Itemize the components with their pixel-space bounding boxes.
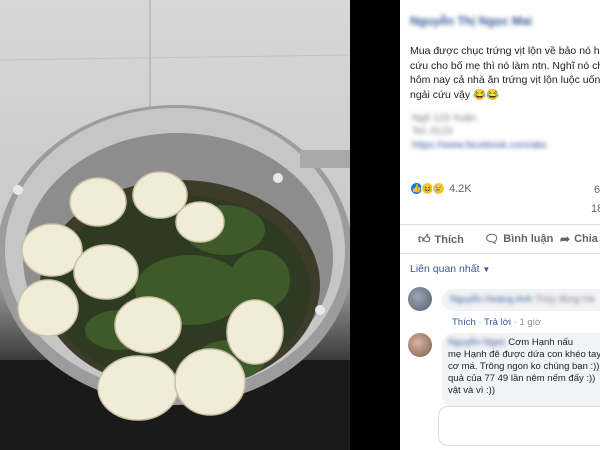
comment-text-line: mẹ Hạnh đê được dứa con khéo tay: [448, 349, 600, 360]
commenter-name[interactable]: Nguyễn Ngọc: [448, 337, 506, 348]
commenter-avatar[interactable]: [408, 333, 432, 357]
thumbs-up-icon: 👍︎: [418, 232, 431, 246]
post-author-name[interactable]: Nguyễn Thị Ngọc Mai: [410, 14, 532, 28]
sad-reaction-icon: 😢: [432, 182, 445, 195]
blurred-address: Ngõ 123 Xuân: [412, 113, 476, 124]
comment-reply-link[interactable]: Trả lời: [484, 317, 511, 328]
post-text: Mua được chục trứng vịt lộn về bảo nó h …: [410, 44, 600, 102]
comment-like-link[interactable]: Thích: [452, 317, 476, 328]
comment-item: Nguyễn Ngọc Cơm Hạnh nấu mẹ Hạnh đê được…: [408, 333, 600, 407]
comment-text-line: cơ má. Trông ngon ko chúng bạn :)): [448, 361, 600, 372]
comment-text-line: quả của 77 49 lần nêm nếm đấy :)): [448, 373, 596, 384]
share-count[interactable]: 18: [591, 203, 600, 215]
chevron-down-icon: ▼: [482, 265, 491, 274]
lightbox-divider: [350, 0, 400, 450]
post-action-bar: 👍︎ Thích 🗨︎ Bình luận ➦ Chia: [400, 224, 600, 254]
blurred-link[interactable]: https://www.facebook.com/abc: [412, 140, 547, 151]
comment-input[interactable]: [438, 406, 600, 446]
comment-text-line: vật và vì :)): [448, 385, 495, 396]
like-button[interactable]: 👍︎ Thích: [418, 232, 464, 247]
post-photo[interactable]: [0, 0, 350, 450]
blurred-phone: Tel: 0123: [412, 126, 453, 137]
post-text-line: ngải cứu vậy 😂😂: [410, 88, 500, 101]
comment-bubble: Nguyễn Ngọc Cơm Hạnh nấu mẹ Hạnh đê được…: [442, 333, 600, 407]
speech-bubble-icon: 🗨︎: [484, 232, 500, 246]
reaction-summary[interactable]: 👍 😆 😢 4.2K: [410, 182, 472, 195]
boiling-pot-image: [0, 0, 350, 450]
commenter-name[interactable]: Nguyễn Hoàng Anh: [450, 294, 532, 305]
post-text-line: cứu cho bố mẹ thì nó làm ntn. Nghĩ nó ch: [410, 59, 600, 72]
comment-button[interactable]: 🗨︎ Bình luận: [484, 232, 553, 246]
comment-actions: Thích · Trả lời · 1 giờ: [452, 317, 542, 328]
comment-text-line: Cơm Hạnh nấu: [508, 337, 574, 348]
comment-time: 1 giờ: [519, 317, 542, 328]
reaction-count: 4.2K: [449, 182, 472, 195]
post-side-panel: Nguyễn Thị Ngọc Mai Mua được chục trứng …: [400, 0, 600, 450]
commenter-avatar[interactable]: [408, 287, 432, 311]
comment-item: Nguyễn Hoàng Anh Thủy đúng Hà Thích · Tr…: [408, 287, 600, 328]
share-arrow-icon: ➦: [560, 232, 571, 246]
comment-sort-dropdown[interactable]: Liên quan nhất ▼: [410, 263, 490, 275]
post-text-line: hôm nay cả nhà ăn trứng vịt lộn luộc uốn: [410, 74, 600, 86]
like-button-label: Thích: [434, 233, 464, 246]
comment-button-label: Bình luận: [503, 233, 554, 245]
share-button-label: Chia: [574, 233, 598, 245]
comment-count[interactable]: 6: [594, 184, 600, 196]
comment-sort-label: Liên quan nhất: [410, 263, 480, 275]
post-text-line: Mua được chục trứng vịt lộn về bảo nó h: [410, 45, 600, 57]
share-button[interactable]: ➦ Chia: [560, 232, 598, 246]
comment-bubble: Nguyễn Hoàng Anh Thủy đúng Hà: [442, 289, 600, 311]
comment-text: Thủy đúng Hà: [534, 294, 595, 305]
